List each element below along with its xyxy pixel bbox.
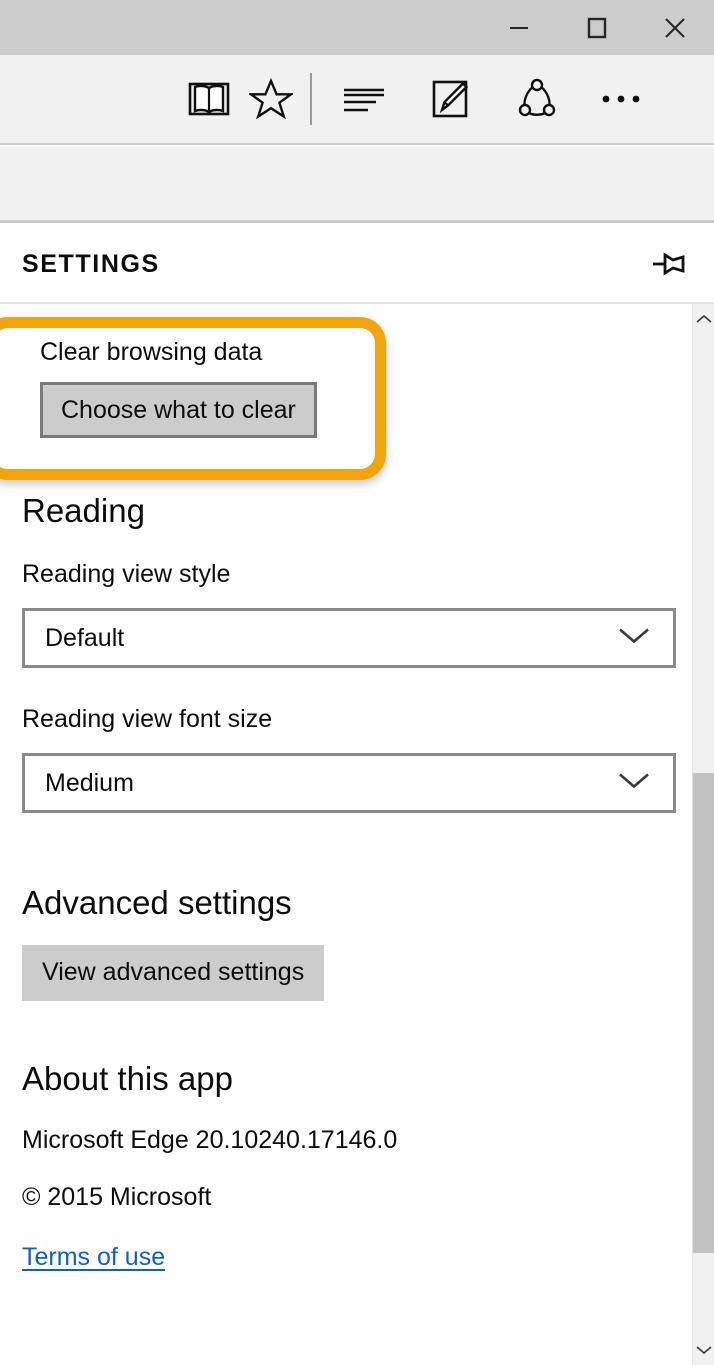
share-button[interactable]	[506, 63, 568, 135]
app-version: Microsoft Edge 20.10240.17146.0	[22, 1125, 398, 1154]
view-advanced-settings-button[interactable]: View advanced settings	[22, 944, 325, 1001]
pin-icon	[653, 252, 685, 276]
page-title: SETTINGS	[22, 249, 160, 278]
scroll-up-button[interactable]	[693, 306, 714, 332]
reading-view-style-select[interactable]: Default	[22, 608, 676, 669]
hub-button[interactable]	[334, 63, 396, 135]
reading-view-font-size-label: Reading view font size	[22, 705, 273, 734]
share-icon	[518, 78, 556, 117]
browser-toolbar	[0, 55, 714, 145]
settings-scrollbar[interactable]	[692, 304, 714, 1365]
maximize-icon	[587, 17, 607, 38]
more-button[interactable]	[590, 63, 652, 135]
clear-browsing-data-highlighted-group: Clear browsing data Choose what to clear	[40, 337, 317, 439]
about-section: About this app Microsoft Edge 20.10240.1…	[0, 1001, 692, 1272]
reading-view-button[interactable]	[178, 63, 240, 135]
settings-pane-header: SETTINGS	[0, 226, 714, 304]
favorites-star-icon	[249, 78, 293, 120]
edge-settings-window: SETTINGS Clear browsing data Reading Rea…	[0, 0, 714, 1365]
choose-what-to-clear-button[interactable]: Choose what to clear	[40, 382, 317, 439]
reading-view-icon	[188, 82, 230, 116]
maximize-button[interactable]	[558, 0, 636, 55]
minimize-icon	[510, 26, 528, 29]
about-heading: About this app	[22, 1059, 233, 1097]
title-bar	[0, 0, 714, 55]
address-bar[interactable]	[0, 147, 714, 223]
pin-settings-button[interactable]	[644, 236, 700, 292]
reading-view-font-size-select[interactable]: Medium	[22, 753, 676, 814]
scroll-down-button[interactable]	[693, 1337, 714, 1363]
scrollbar-thumb[interactable]	[693, 773, 714, 1253]
more-icon	[602, 95, 640, 103]
favorites-star-button[interactable]	[240, 63, 302, 135]
reading-view-style-value: Default	[45, 623, 125, 652]
advanced-settings-section: Advanced settings View advanced settings	[0, 813, 692, 1001]
copyright-text: © 2015 Microsoft	[22, 1182, 212, 1211]
hub-icon	[344, 88, 384, 112]
chevron-up-icon	[696, 314, 712, 323]
chevron-down-icon	[617, 626, 651, 651]
close-button[interactable]	[636, 0, 714, 55]
chevron-down-icon	[617, 771, 651, 796]
toolbar-divider	[310, 73, 312, 125]
terms-of-use-link[interactable]: Terms of use	[22, 1243, 165, 1272]
clear-browsing-data-label-visible: Clear browsing data	[40, 338, 263, 366]
advanced-settings-heading: Advanced settings	[22, 884, 292, 922]
close-icon	[665, 17, 685, 38]
reading-heading: Reading	[22, 492, 145, 530]
web-note-button[interactable]	[420, 63, 482, 135]
reading-view-font-size-value: Medium	[45, 768, 134, 797]
reading-view-style-label: Reading view style	[22, 559, 231, 588]
chevron-down-icon	[696, 1346, 712, 1355]
web-note-icon	[432, 80, 469, 118]
minimize-button[interactable]	[480, 0, 558, 55]
